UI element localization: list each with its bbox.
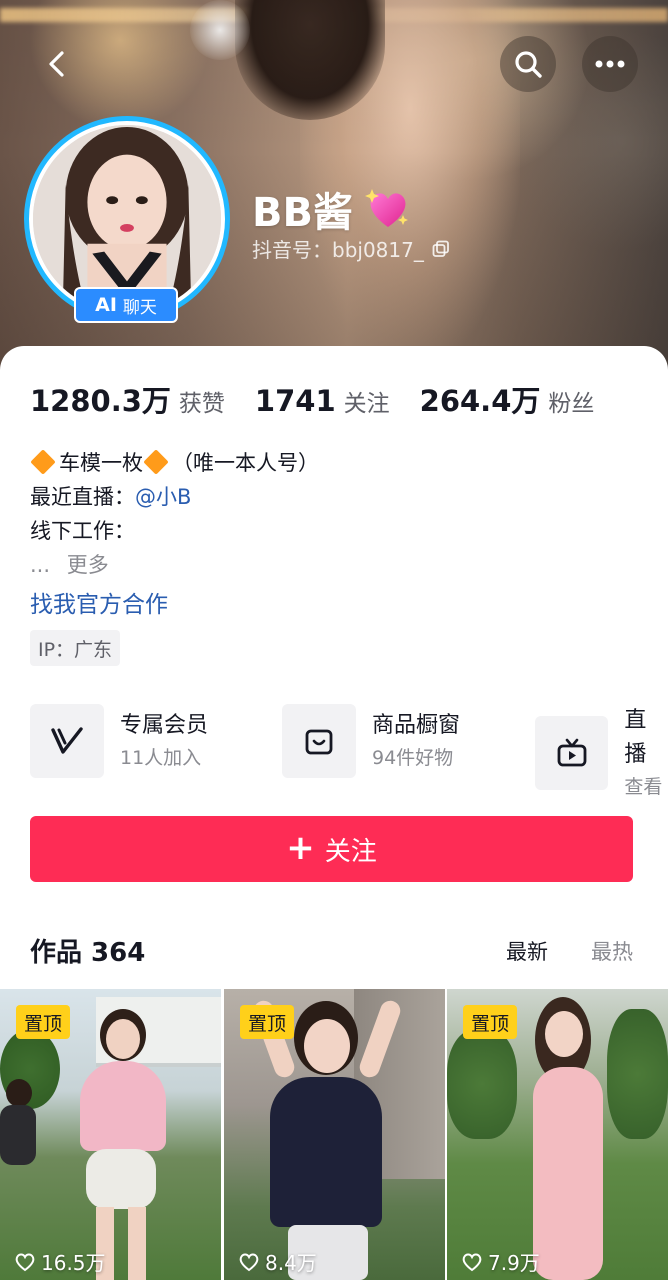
more-button[interactable] — [582, 36, 638, 92]
bio-more-row[interactable]: ... 更多 — [30, 548, 319, 582]
video-likes: 16.5万 — [14, 1247, 106, 1276]
ip-location-tag: IP：广东 — [30, 630, 121, 666]
douyin-id-text: 抖音号：bbj0817_ — [252, 238, 424, 262]
bio-line-2-label: 最近直播： — [30, 485, 135, 509]
profile-sheet: 1280.3万 获赞 1741 关注 264.4万 粉丝 车模一枚 （唯一本人号）… — [0, 346, 668, 1280]
video-tile[interactable]: 置顶 16.5万 — [0, 989, 221, 1280]
shop-window-icon — [282, 704, 356, 778]
ai-chat-badge[interactable]: AI 聊天 — [74, 287, 178, 323]
bio-line-2: 最近直播：@小B — [30, 480, 319, 514]
ai-badge-label: AI — [95, 294, 117, 316]
official-collab-link[interactable]: 找我官方合作 — [30, 585, 168, 619]
bio-line-1-text: 车模一枚 — [59, 451, 143, 475]
live-tv-icon — [535, 716, 609, 790]
heart-outline-icon — [15, 1253, 35, 1271]
more-icon — [595, 60, 625, 68]
service-membership-title: 专属会员 — [120, 713, 209, 738]
service-live-title: 直播 — [624, 708, 647, 767]
stat-likes-label: 获赞 — [178, 391, 225, 417]
bio-mention-link[interactable]: @小B — [135, 485, 191, 509]
follow-button-label: 关注 — [324, 836, 377, 867]
service-shop-window[interactable]: 商品橱窗 94件好物 — [282, 704, 460, 778]
stat-followers-label: 粉丝 — [548, 391, 595, 417]
stat-following-label: 关注 — [343, 391, 390, 417]
service-membership[interactable]: 专属会员 11人加入 — [30, 704, 208, 778]
follow-button[interactable]: + 关注 — [30, 816, 633, 882]
heart-outline-icon — [462, 1253, 482, 1271]
video-grid: 置顶 16.5万 置顶 8.4万 置顶 7.9万 — [0, 989, 668, 1280]
service-shop-window-sub: 94件好物 — [372, 747, 454, 769]
video-tile[interactable]: 置顶 8.4万 — [224, 989, 445, 1280]
video-likes-count: 7.9万 — [488, 1251, 540, 1275]
back-button[interactable] — [30, 36, 86, 92]
ai-badge-chat-label: 聊天 — [122, 297, 157, 318]
pinned-badge: 置顶 — [16, 1005, 71, 1039]
bio-ellipsis: ... — [30, 553, 51, 577]
orange-diamond-icon — [30, 449, 56, 475]
video-likes: 7.9万 — [461, 1247, 540, 1276]
sort-hottest-tab[interactable]: 最热 — [591, 936, 633, 966]
pinned-badge: 置顶 — [240, 1005, 295, 1039]
membership-v-icon — [30, 704, 104, 778]
search-icon — [515, 51, 542, 78]
orange-diamond-icon — [143, 449, 169, 475]
stats-row: 1280.3万 获赞 1741 关注 264.4万 粉丝 — [30, 378, 624, 420]
video-likes-count: 16.5万 — [41, 1251, 106, 1275]
bio: 车模一枚 （唯一本人号） 最近直播：@小B 线下工作： ... 更多 — [30, 446, 319, 582]
stat-likes: 1280.3万 获赞 — [30, 378, 225, 420]
bio-line-3: 线下工作： — [30, 519, 135, 543]
bio-line-1-tail: （唯一本人号） — [172, 451, 319, 475]
service-membership-sub: 11人加入 — [120, 747, 202, 769]
video-likes-count: 8.4万 — [265, 1251, 317, 1275]
stat-likes-num: 1280.3万 — [30, 384, 171, 418]
search-button[interactable] — [500, 36, 556, 92]
service-live[interactable]: 直播 查看 — [535, 704, 668, 802]
sort-newest-tab[interactable]: 最新 — [506, 936, 548, 966]
bio-line-1: 车模一枚 （唯一本人号） — [30, 446, 319, 480]
avatar-portrait — [33, 125, 221, 313]
works-count-title: 作品 364 — [30, 938, 146, 968]
video-tile[interactable]: 置顶 7.9万 — [447, 989, 668, 1280]
profile-name-text: BB酱 — [252, 190, 353, 236]
avatar-image — [33, 125, 221, 313]
profile-name: BB酱 — [252, 180, 413, 238]
plus-icon: + — [286, 827, 315, 868]
service-live-sub: 查看 — [624, 776, 663, 798]
services-row: 专属会员 11人加入 商品橱窗 94件好物 直播 查看 — [0, 704, 668, 798]
stat-following-num: 1741 — [254, 384, 336, 418]
stat-following[interactable]: 1741 关注 — [255, 384, 390, 418]
video-likes: 8.4万 — [238, 1247, 317, 1276]
back-icon — [49, 51, 64, 77]
stat-followers[interactable]: 264.4万 粉丝 — [420, 378, 595, 420]
pinned-badge: 置顶 — [463, 1005, 518, 1039]
sparkle-heart-icon — [364, 189, 408, 227]
copy-icon[interactable] — [432, 240, 450, 258]
bio-more-link[interactable]: 更多 — [67, 553, 109, 577]
douyin-id[interactable]: 抖音号：bbj0817_ — [252, 234, 450, 263]
heart-outline-icon — [239, 1253, 259, 1271]
stat-followers-num: 264.4万 — [419, 384, 541, 418]
service-shop-window-title: 商品橱窗 — [372, 713, 461, 738]
